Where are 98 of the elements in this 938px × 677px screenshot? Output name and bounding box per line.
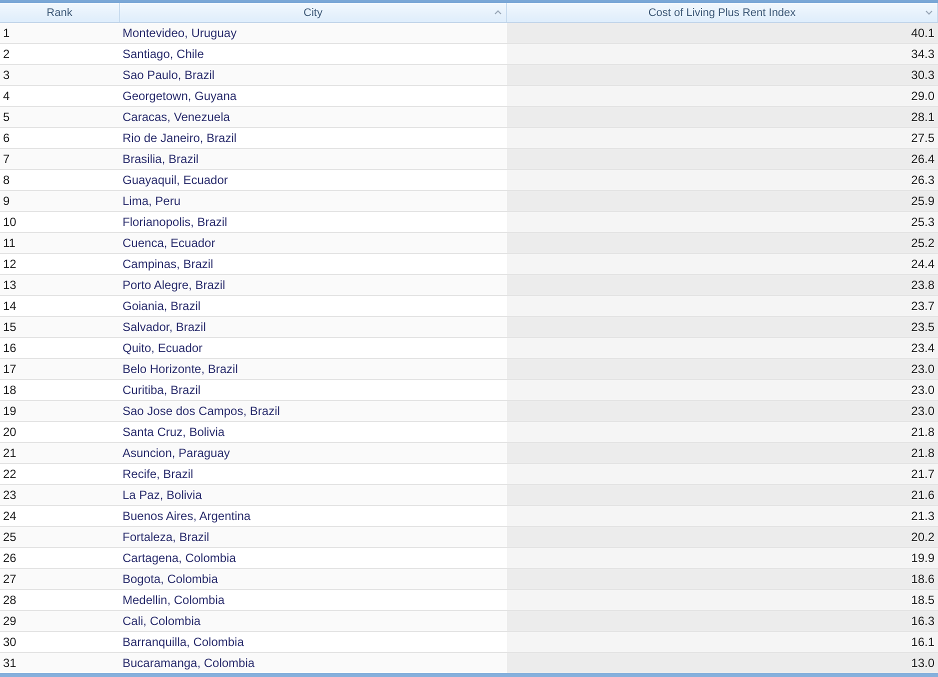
table-cell: 20.2 (911, 530, 934, 544)
table-cell: Goiania, Brazil (122, 299, 201, 313)
table-cell: 19 (3, 404, 16, 418)
table-cell: La Paz, Bolivia (122, 488, 202, 502)
table-cell: 15 (3, 320, 16, 334)
table-cell: Georgetown, Guyana (122, 89, 237, 103)
table-cell: 2 (3, 47, 10, 61)
table-cell: 23.5 (911, 320, 934, 334)
table-cell: 13 (3, 278, 16, 292)
table-cell: 17 (3, 362, 16, 376)
sort-ascending-icon[interactable] (494, 9, 502, 16)
table-cell: 22 (3, 467, 16, 481)
table-cell: 23.0 (911, 404, 934, 418)
table-cell: 26.4 (911, 152, 934, 166)
table-cell: Santa Cruz, Bolivia (122, 425, 225, 439)
table-cell: Buenos Aires, Argentina (122, 509, 251, 523)
table-cell: 30.3 (911, 68, 934, 82)
table-cell: 19.9 (911, 551, 934, 565)
table-cell: 23.0 (911, 362, 934, 376)
table-cell: 21.6 (911, 488, 934, 502)
table-cell: 30 (3, 635, 16, 649)
table-cell: 5 (3, 110, 10, 124)
table-cell: Curitiba, Brazil (122, 383, 201, 397)
table-cell: Asuncion, Paraguay (122, 446, 230, 460)
table-cell: Salvador, Brazil (122, 320, 206, 334)
table-cell: 21 (3, 446, 16, 460)
table-cell: Porto Alegre, Brazil (122, 278, 226, 292)
table-cell: Brasilia, Brazil (122, 152, 199, 166)
column-header[interactable]: City (120, 3, 506, 22)
table-cell: Bogota, Colombia (122, 572, 218, 586)
table-cell: 27.5 (911, 131, 934, 145)
table-cell: 18.5 (911, 593, 934, 607)
table-cell: 1 (3, 26, 10, 40)
table-cell: 24 (3, 509, 16, 523)
table-cell: 25.2 (911, 236, 934, 250)
table-cell: 4 (3, 89, 10, 103)
table-cell: 23 (3, 488, 16, 502)
table-cell: 12 (3, 257, 16, 271)
table-cell: Montevideo, Uruguay (122, 26, 237, 40)
table-cell: 7 (3, 152, 10, 166)
table-cell: Sao Paulo, Brazil (122, 68, 215, 82)
table-cell: Barranquilla, Colombia (122, 635, 244, 649)
table-cell: 26 (3, 551, 16, 565)
table-cell: Fortaleza, Brazil (122, 530, 210, 544)
table-cell: 29 (3, 614, 16, 628)
table-cell: Belo Horizonte, Brazil (122, 362, 238, 376)
table-cell: 13.0 (911, 656, 934, 670)
column-header[interactable]: Rank (0, 3, 120, 22)
table-cell: 28 (3, 593, 16, 607)
table-cell: Cuenca, Ecuador (122, 236, 216, 250)
table-cell: 23.8 (911, 278, 934, 292)
table-cell: Rio de Janeiro, Brazil (122, 131, 237, 145)
table-cell: 10 (3, 215, 16, 229)
table-cell: Cartagena, Colombia (122, 551, 236, 565)
table-cell: Campinas, Brazil (122, 257, 214, 271)
table-cell: 23.4 (911, 341, 934, 355)
table-cell: 18 (3, 383, 16, 397)
table-cell: 25.3 (911, 215, 934, 229)
table-cell: 24.4 (911, 257, 934, 271)
table-cell: Lima, Peru (122, 194, 181, 208)
table-cell: 16.3 (911, 614, 934, 628)
table-cell: 21.3 (911, 509, 934, 523)
table-cell: Quito, Ecuador (122, 341, 203, 355)
table-cell: Florianopolis, Brazil (122, 215, 228, 229)
table-cell: 27 (3, 572, 16, 586)
table-cell: 21.7 (911, 467, 934, 481)
table-cell: 16 (3, 341, 16, 355)
table-cell: Bucaramanga, Colombia (122, 656, 255, 670)
table-cell: Sao Jose dos Campos, Brazil (122, 404, 280, 418)
table-cell: 23.7 (911, 299, 934, 313)
table-cell: 18.6 (911, 572, 934, 586)
sort-descending-icon[interactable] (925, 9, 933, 16)
table-cell: Medellin, Colombia (122, 593, 225, 607)
table-cell: 40.1 (911, 26, 934, 40)
table-cell: 11 (3, 236, 16, 250)
table-cell: 25.9 (911, 194, 934, 208)
table-cell: 9 (3, 194, 10, 208)
table-cell: 26.3 (911, 173, 934, 187)
table-cell: 29.0 (911, 89, 934, 103)
table-cell: 31 (3, 656, 16, 670)
column-header[interactable]: Cost of Living Plus Rent Index (506, 3, 938, 22)
table-cell: Cali, Colombia (122, 614, 201, 628)
table-cell: 25 (3, 530, 16, 544)
table-cell: 3 (3, 68, 10, 82)
table-cell: 16.1 (911, 635, 934, 649)
table-cell: 6 (3, 131, 10, 145)
table-cell: Guayaquil, Ecuador (122, 173, 228, 187)
table-cell: Caracas, Venezuela (122, 110, 230, 124)
table-cell: 23.0 (911, 383, 934, 397)
table-cell: Recife, Brazil (122, 467, 194, 481)
table-cell: 21.8 (911, 446, 934, 460)
table-cell: 14 (3, 299, 16, 313)
table-cell: 28.1 (911, 110, 934, 124)
table-cell: 8 (3, 173, 10, 187)
table-cell: 20 (3, 425, 16, 439)
table-cell: Santiago, Chile (122, 47, 204, 61)
table-cell: 21.8 (911, 425, 934, 439)
table-cell: 34.3 (911, 47, 934, 61)
